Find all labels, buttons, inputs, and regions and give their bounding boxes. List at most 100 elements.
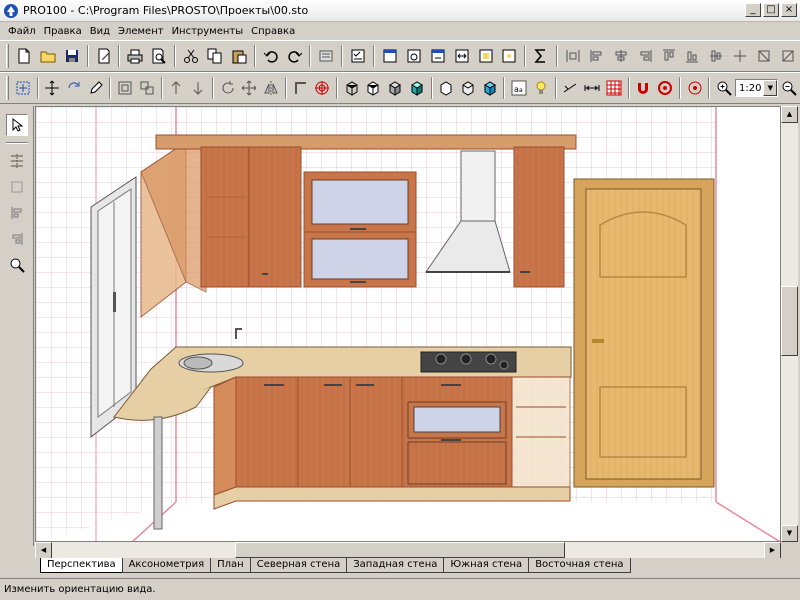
zoom-in-icon[interactable] xyxy=(714,77,734,99)
grid-icon[interactable] xyxy=(604,77,624,99)
align-right-tool-icon[interactable] xyxy=(6,228,28,250)
frame-icon[interactable] xyxy=(115,77,135,99)
copy-icon[interactable] xyxy=(204,45,226,67)
menu-view[interactable]: Вид xyxy=(86,26,114,37)
chevron-down-icon[interactable]: ▼ xyxy=(763,80,778,96)
open-folder-icon[interactable] xyxy=(37,45,59,67)
tab-plan[interactable]: План xyxy=(210,558,251,573)
tab-axonometry[interactable]: Аксонометрия xyxy=(121,558,212,573)
catalog-icon[interactable] xyxy=(315,45,337,67)
view-icon-e[interactable] xyxy=(475,45,497,67)
base-cabinet-side[interactable] xyxy=(213,376,237,496)
group-icon[interactable] xyxy=(137,77,157,99)
cut-icon[interactable] xyxy=(180,45,202,67)
cube-color-icon[interactable] xyxy=(480,77,500,99)
print-preview-icon[interactable] xyxy=(148,45,170,67)
pencil-icon[interactable] xyxy=(86,77,106,99)
target-icon[interactable] xyxy=(312,77,332,99)
align-icon-a[interactable] xyxy=(562,45,584,67)
pointer-tool-icon[interactable] xyxy=(5,114,28,136)
tab-south-wall[interactable]: Южная стена xyxy=(443,558,530,573)
scroll-up-icon[interactable]: ▲ xyxy=(781,106,798,123)
zoom-out-icon[interactable] xyxy=(779,77,799,99)
toolbar-grip[interactable] xyxy=(6,76,9,100)
new-file-icon[interactable] xyxy=(13,45,35,67)
view-icon-f[interactable] xyxy=(498,45,520,67)
open-shelf[interactable] xyxy=(511,376,571,488)
cube-hidden-icon[interactable] xyxy=(364,77,384,99)
menu-tools[interactable]: Инструменты xyxy=(168,26,248,37)
sum-icon[interactable] xyxy=(530,45,552,67)
scroll-right-icon[interactable]: ▶ xyxy=(764,542,781,559)
horizontal-scrollbar[interactable]: ◀ ▶ xyxy=(35,542,781,559)
magnet-icon[interactable] xyxy=(634,77,654,99)
interior-door[interactable] xyxy=(585,188,702,480)
view-icon-b[interactable] xyxy=(403,45,425,67)
base-cabinet-3[interactable] xyxy=(349,376,403,488)
box-tool-icon[interactable] xyxy=(6,176,28,198)
print-icon[interactable] xyxy=(124,45,146,67)
menu-element[interactable]: Элемент xyxy=(114,26,168,37)
cube-edge-icon[interactable] xyxy=(437,77,457,99)
measure-icon[interactable] xyxy=(561,77,581,99)
select-all-icon[interactable] xyxy=(13,77,33,99)
tab-north-wall[interactable]: Северная стена xyxy=(249,558,348,573)
menu-file[interactable]: Файл xyxy=(4,26,40,37)
upper-cabinet-right[interactable] xyxy=(513,146,565,288)
rotate-cw-icon[interactable] xyxy=(218,77,238,99)
close-button[interactable]: × xyxy=(781,3,797,17)
corner-icon[interactable] xyxy=(291,77,311,99)
vertical-scrollbar[interactable]: ▲ ▼ xyxy=(781,106,798,542)
paste-icon[interactable] xyxy=(228,45,250,67)
shift-down-icon[interactable] xyxy=(188,77,208,99)
tab-perspective[interactable]: Перспектива xyxy=(40,558,123,573)
base-cabinet-1[interactable] xyxy=(235,376,299,488)
cube-fill-icon[interactable] xyxy=(458,77,478,99)
align-icon-b[interactable] xyxy=(586,45,608,67)
align-icon-i[interactable] xyxy=(753,45,775,67)
vertical-scroll-thumb[interactable] xyxy=(781,286,798,356)
upper-cabinet-door-1[interactable] xyxy=(200,146,250,288)
zoom-select[interactable]: 1:20 ▼ xyxy=(735,79,779,97)
zoom-tool-icon[interactable] xyxy=(6,254,28,276)
tab-east-wall[interactable]: Восточная стена xyxy=(528,558,631,573)
cube-wire-icon[interactable] xyxy=(342,77,362,99)
dimension-icon[interactable] xyxy=(582,77,602,99)
upper-cabinet-door-2[interactable] xyxy=(248,146,302,288)
distribute-tool-icon[interactable] xyxy=(6,150,28,172)
scroll-left-icon[interactable]: ◀ xyxy=(35,542,52,559)
design-canvas[interactable] xyxy=(35,106,781,542)
light-bulb-icon[interactable] xyxy=(531,77,551,99)
app-icon[interactable] xyxy=(3,3,19,19)
rotate-icon[interactable] xyxy=(64,77,84,99)
cross-arrows-icon[interactable] xyxy=(240,77,260,99)
scroll-down-icon[interactable]: ▼ xyxy=(781,525,798,542)
view-icon-c[interactable] xyxy=(427,45,449,67)
redo-icon[interactable] xyxy=(284,45,306,67)
undo-icon[interactable] xyxy=(260,45,282,67)
door-handle[interactable] xyxy=(592,339,604,343)
align-icon-f[interactable] xyxy=(681,45,703,67)
move-icon[interactable] xyxy=(43,77,63,99)
menu-help[interactable]: Справка xyxy=(247,26,299,37)
horizontal-scroll-thumb[interactable] xyxy=(235,542,565,558)
text-label-icon[interactable]: aa xyxy=(509,77,529,99)
align-icon-c[interactable] xyxy=(610,45,632,67)
menu-edit[interactable]: Правка xyxy=(40,26,86,37)
snap-target-icon[interactable] xyxy=(685,77,705,99)
align-icon-e[interactable] xyxy=(658,45,680,67)
align-icon-g[interactable] xyxy=(705,45,727,67)
edit-doc-icon[interactable] xyxy=(93,45,115,67)
cube-texture-icon[interactable] xyxy=(407,77,427,99)
align-tool-icon[interactable] xyxy=(6,202,28,224)
shift-icon[interactable] xyxy=(167,77,187,99)
mirror-icon[interactable] xyxy=(261,77,281,99)
align-icon-j[interactable] xyxy=(777,45,799,67)
save-icon[interactable] xyxy=(61,45,83,67)
view-icon-a[interactable] xyxy=(379,45,401,67)
tab-west-wall[interactable]: Западная стена xyxy=(346,558,445,573)
properties-icon[interactable] xyxy=(347,45,369,67)
cube-shaded-icon[interactable] xyxy=(385,77,405,99)
view-icon-d[interactable] xyxy=(451,45,473,67)
maximize-button[interactable]: □ xyxy=(763,3,779,17)
